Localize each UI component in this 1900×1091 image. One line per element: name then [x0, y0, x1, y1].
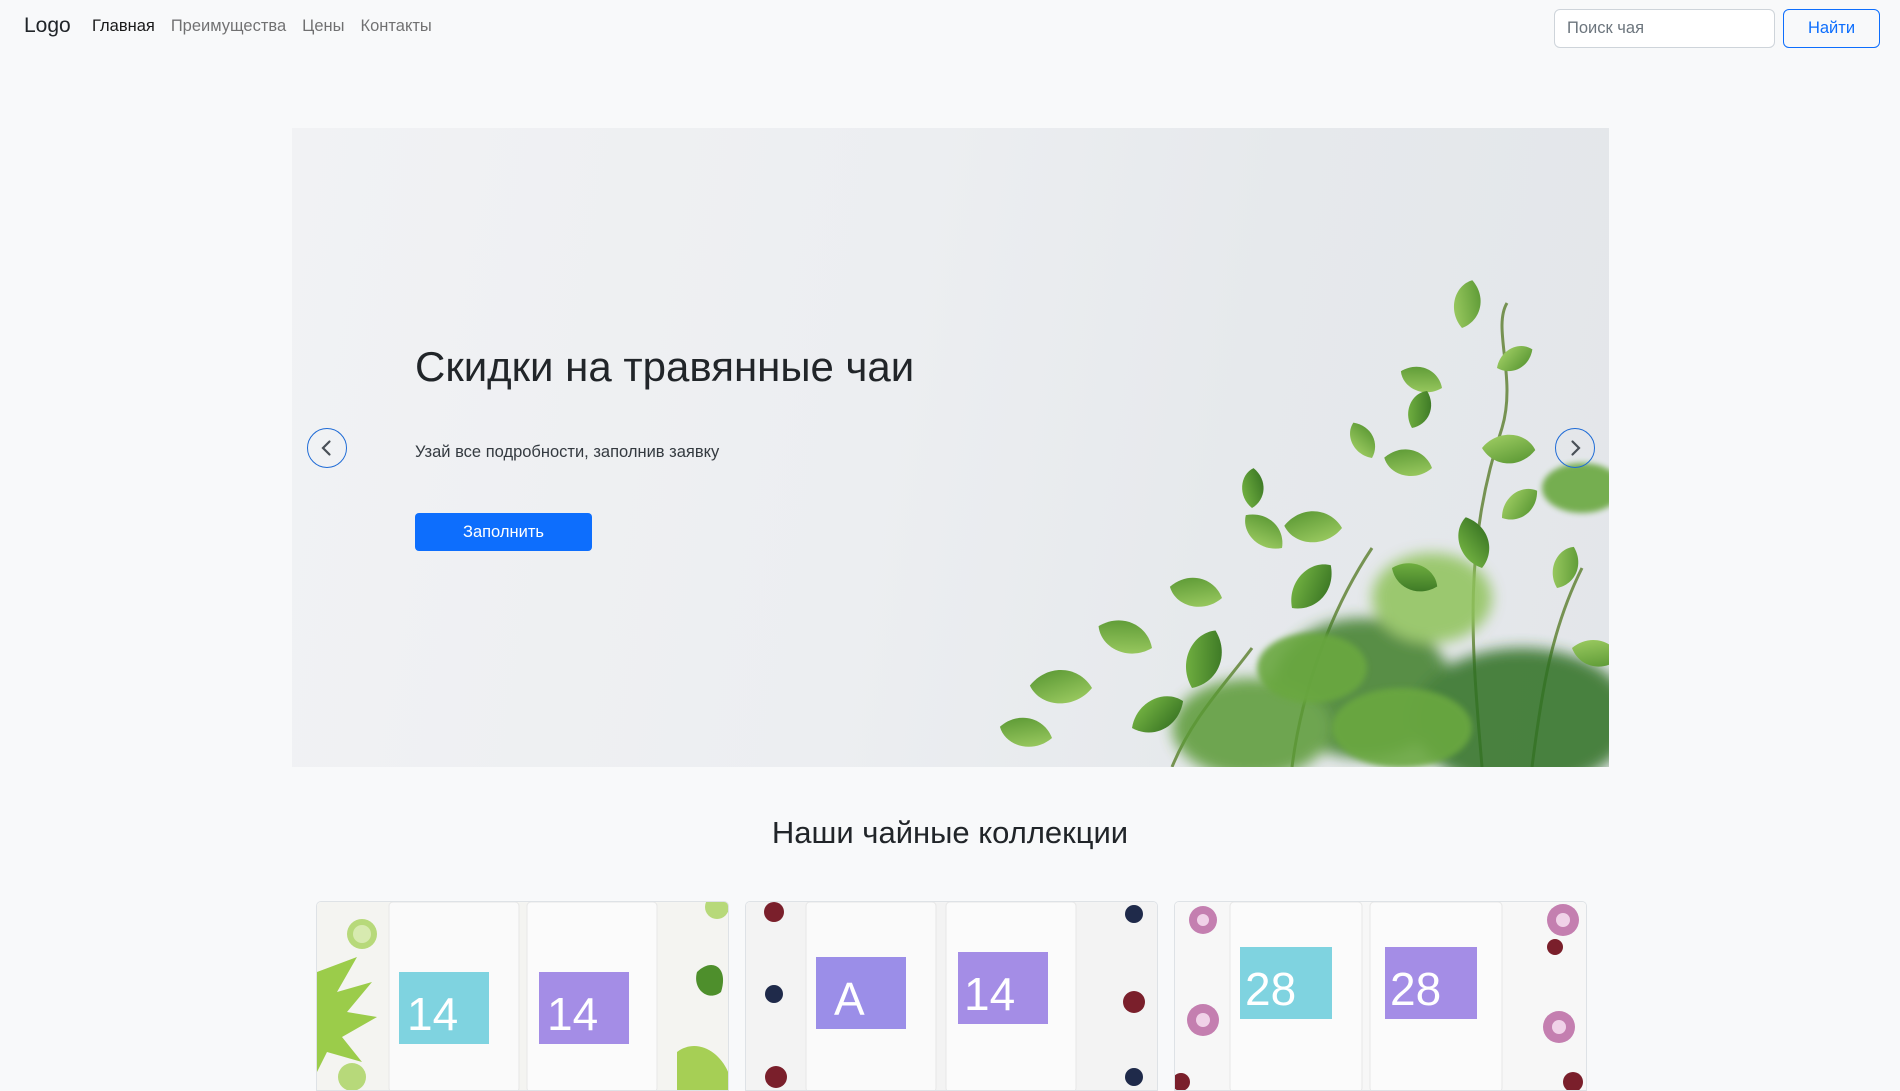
tea-collection-image-1: 14 14 [317, 902, 728, 1090]
collection-card-3[interactable]: 28 28 [1174, 901, 1587, 1091]
fill-form-button[interactable]: Заполнить [415, 513, 592, 551]
pouch-number-2b: 14 [964, 968, 1015, 1020]
pouch-number-1b: 14 [547, 988, 598, 1040]
nav-link-advantages[interactable]: Преимущества [171, 17, 286, 36]
nav-link-home[interactable]: Главная [92, 17, 155, 36]
pouch-letter-2a: A [834, 973, 865, 1025]
brand-logo[interactable]: Logo [24, 14, 71, 38]
search-button[interactable]: Найти [1783, 9, 1880, 48]
pouch-number-1a: 14 [407, 988, 458, 1040]
navbar: Logo Главная Преимущества Цены Контакты … [0, 0, 1900, 54]
hero-carousel: Скидки на травянные чаи Узай все подробн… [292, 128, 1609, 767]
collection-card-1[interactable]: 14 14 [316, 901, 729, 1091]
hero-title: Скидки на травянные чаи [415, 343, 915, 390]
chevron-right-icon [1571, 440, 1581, 456]
carousel-prev-button[interactable] [307, 428, 347, 468]
pouch-number-3b: 28 [1390, 963, 1441, 1015]
search-form: Найти [1554, 9, 1880, 48]
tea-collection-image-3: 28 28 [1175, 902, 1586, 1090]
hero-subtitle: Узай все подробности, заполнив заявку [415, 443, 720, 461]
collections-title: Наши чайные коллекции [771, 815, 1129, 850]
carousel-next-button[interactable] [1555, 428, 1595, 468]
tea-collection-image-2: A 14 [746, 902, 1157, 1090]
chevron-left-icon [321, 440, 331, 456]
nav-link-prices[interactable]: Цены [302, 17, 344, 36]
nav-link-contacts[interactable]: Контакты [361, 17, 432, 36]
collection-card-2[interactable]: A 14 [745, 901, 1158, 1091]
nav-links: Главная Преимущества Цены Контакты [92, 17, 448, 36]
search-input[interactable] [1554, 9, 1775, 48]
pouch-number-3a: 28 [1245, 963, 1296, 1015]
